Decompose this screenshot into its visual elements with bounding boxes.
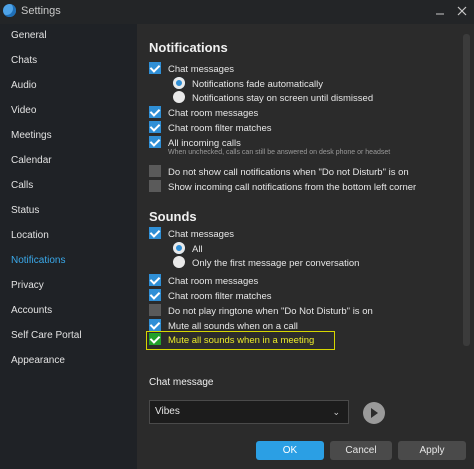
sidebar-item-location[interactable]: Location [0, 224, 137, 248]
sound-no-ringtone-row[interactable]: Do not play ringtone when "Do Not Distur… [149, 304, 373, 319]
sound-mute-in-meeting-checkbox[interactable] [149, 333, 161, 346]
notif-chat-messages-label: Chat messages [168, 64, 235, 75]
notif-stay-radio[interactable] [173, 91, 185, 104]
sound-first-message-radio[interactable] [173, 256, 185, 269]
sound-no-ringtone-label: Do not play ringtone when "Do Not Distur… [168, 306, 373, 317]
sound-chat-messages-checkbox[interactable] [149, 227, 161, 240]
play-icon[interactable] [363, 402, 385, 424]
title-bar: Settings [0, 0, 474, 24]
notif-chat-room-filter-checkbox[interactable] [149, 121, 161, 134]
sidebar-item-notifications[interactable]: Notifications [0, 249, 137, 273]
sound-mute-in-meeting-label: Mute all sounds when in a meeting [168, 335, 315, 346]
minimize-icon[interactable] [433, 5, 447, 19]
sidebar-item-general[interactable]: General [0, 24, 137, 48]
sidebar-item-status[interactable]: Status [0, 199, 137, 223]
sound-no-ringtone-checkbox[interactable] [149, 304, 161, 317]
sidebar-item-appearance[interactable]: Appearance [0, 349, 137, 373]
notif-chat-messages-row[interactable]: Chat messages [149, 62, 235, 77]
sound-all-radio[interactable] [173, 242, 185, 255]
settings-sidebar: General Chats Audio Video Meetings Calen… [0, 24, 137, 469]
close-icon[interactable] [455, 5, 469, 19]
notif-stay-label: Notifications stay on screen until dismi… [192, 93, 374, 104]
chat-sound-select[interactable]: Vibes ⌄ [149, 400, 349, 424]
window-title: Settings [21, 5, 61, 17]
notif-chat-room-label: Chat room messages [168, 108, 259, 119]
sidebar-item-privacy[interactable]: Privacy [0, 274, 137, 298]
app-logo-icon [3, 4, 16, 17]
sound-chat-messages-label: Chat messages [168, 229, 235, 240]
notif-chat-room-filter-row[interactable]: Chat room filter matches [149, 121, 272, 136]
notif-stay-row[interactable]: Notifications stay on screen until dismi… [173, 91, 374, 106]
notif-incoming-calls-label: All incoming calls [168, 138, 241, 149]
notif-fade-auto-radio[interactable] [173, 77, 185, 90]
sound-chat-messages-row[interactable]: Chat messages [149, 227, 235, 242]
sidebar-item-calls[interactable]: Calls [0, 174, 137, 198]
sound-all-row[interactable]: All [173, 242, 203, 257]
notif-chat-room-checkbox[interactable] [149, 106, 161, 119]
cancel-button[interactable]: Cancel [330, 441, 392, 460]
notif-fade-auto-label: Notifications fade automatically [192, 79, 323, 90]
chat-message-heading: Chat message [149, 377, 214, 388]
scrollbar[interactable] [463, 34, 470, 346]
sound-first-message-label: Only the first message per conversation [192, 258, 360, 269]
sound-chat-room-filter-label: Chat room filter matches [168, 291, 272, 302]
sidebar-item-audio[interactable]: Audio [0, 74, 137, 98]
incoming-calls-hint: When unchecked, calls can still be answe… [168, 149, 391, 156]
sidebar-item-chats[interactable]: Chats [0, 49, 137, 73]
notif-incoming-calls-checkbox[interactable] [149, 136, 161, 149]
apply-button[interactable]: Apply [398, 441, 466, 460]
sound-chat-room-row[interactable]: Chat room messages [149, 274, 259, 289]
notif-bottom-left-checkbox[interactable] [149, 180, 161, 193]
notif-bottom-left-label: Show incoming call notifications from th… [168, 182, 417, 193]
sidebar-item-meetings[interactable]: Meetings [0, 124, 137, 148]
sound-chat-room-filter-checkbox[interactable] [149, 289, 161, 302]
settings-content: Notifications Chat messages Notification… [137, 24, 474, 469]
sidebar-item-accounts[interactable]: Accounts [0, 299, 137, 323]
notifications-heading: Notifications [149, 40, 228, 55]
sound-first-message-row[interactable]: Only the first message per conversation [173, 256, 360, 271]
sound-all-label: All [192, 244, 203, 255]
sound-mute-in-meeting-row[interactable]: Mute all sounds when in a meeting [149, 333, 315, 348]
notif-no-dnd-row[interactable]: Do not show call notifications when "Do … [149, 165, 409, 180]
sound-chat-room-label: Chat room messages [168, 276, 259, 287]
chevron-down-icon: ⌄ [332, 407, 340, 417]
ok-button[interactable]: OK [256, 441, 324, 460]
notif-chat-messages-checkbox[interactable] [149, 62, 161, 75]
notif-no-dnd-checkbox[interactable] [149, 165, 161, 178]
sound-chat-room-checkbox[interactable] [149, 274, 161, 287]
sidebar-item-calendar[interactable]: Calendar [0, 149, 137, 173]
notif-chat-room-row[interactable]: Chat room messages [149, 106, 259, 121]
notif-no-dnd-label: Do not show call notifications when "Do … [168, 167, 409, 178]
notif-chat-room-filter-label: Chat room filter matches [168, 123, 272, 134]
notif-bottom-left-row[interactable]: Show incoming call notifications from th… [149, 180, 417, 195]
sound-mute-on-call-checkbox[interactable] [149, 319, 161, 332]
sidebar-item-video[interactable]: Video [0, 99, 137, 123]
sounds-heading: Sounds [149, 209, 197, 224]
chat-sound-value: Vibes [155, 406, 180, 417]
sidebar-item-self-care-portal[interactable]: Self Care Portal [0, 324, 137, 348]
sound-chat-room-filter-row[interactable]: Chat room filter matches [149, 289, 272, 304]
notif-fade-auto-row[interactable]: Notifications fade automatically [173, 77, 323, 92]
